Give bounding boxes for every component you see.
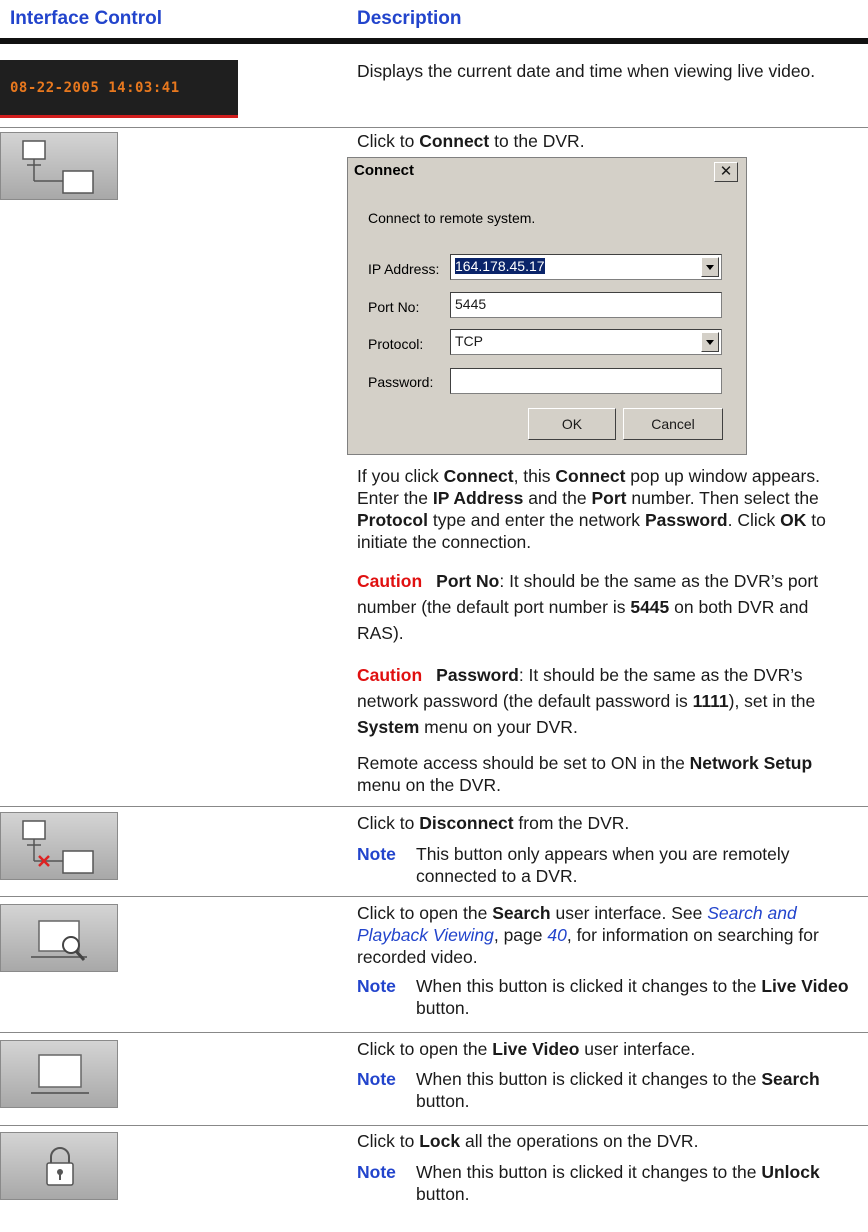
dialog-title: Connect [354, 162, 414, 179]
live-video-description: Click to open the Live Video user interf… [357, 1039, 696, 1059]
port-value: 5445 [455, 296, 487, 312]
dialog-message: Connect to remote system. [368, 210, 536, 226]
datetime-display: 08-22-2005 14:03:41 [0, 60, 238, 118]
search-button[interactable] [0, 904, 118, 972]
chevron-down-icon[interactable] [701, 257, 719, 277]
lock-description: Click to Lock all the operations on the … [357, 1131, 699, 1151]
datetime-description: Displays the current date and time when … [357, 61, 816, 81]
connect-button[interactable] [0, 132, 118, 200]
protocol-value: TCP [455, 333, 483, 349]
disconnect-description: Click to Disconnect from the DVR. [357, 813, 630, 833]
caution-password: Caution Password: It should be the same a… [357, 665, 816, 737]
column-header-description: Description [357, 8, 462, 29]
row-divider [0, 1125, 868, 1126]
disconnect-button[interactable] [0, 812, 118, 880]
port-field[interactable]: 5445 [450, 292, 722, 318]
table-header: Interface Control Description [0, 0, 868, 40]
datetime-value: 08-22-2005 14:03:41 [10, 80, 180, 96]
network-connect-icon [22, 140, 94, 194]
ip-address-label: IP Address: [368, 261, 440, 277]
protocol-select[interactable]: TCP [450, 329, 722, 355]
password-field[interactable] [450, 368, 722, 394]
search-monitor-icon [31, 920, 87, 961]
lock-icon [46, 1147, 74, 1186]
live-video-note: Note When this button is clicked it chan… [357, 1069, 820, 1111]
network-disconnect-icon [22, 820, 94, 874]
row-divider [0, 1032, 868, 1033]
chevron-down-icon[interactable] [701, 332, 719, 352]
connect-dialog: Connect ✕ Connect to remote system. IP A… [347, 157, 747, 455]
disconnect-note: Note This button only appears when you a… [357, 844, 790, 886]
dialog-titlebar: Connect ✕ [348, 158, 746, 184]
lock-note: Note When this button is clicked it chan… [357, 1162, 820, 1204]
search-note: Note When this button is clicked it chan… [357, 976, 849, 1018]
monitor-icon [31, 1054, 89, 1094]
column-header-control: Interface Control [10, 8, 163, 29]
connect-instructions: If you click Connect, this Connect pop u… [357, 466, 826, 552]
search-description: Click to open the Search user interface.… [357, 903, 819, 967]
cancel-button[interactable]: Cancel [623, 408, 723, 440]
protocol-label: Protocol: [368, 336, 424, 352]
row-divider [0, 127, 868, 128]
connect-intro: Click to Connect to the DVR. [357, 131, 585, 151]
lock-button[interactable] [0, 1132, 118, 1200]
caution-port: Caution Port No: It should be the same as… [357, 571, 819, 643]
ip-address-value: 164.178.45.17 [455, 258, 545, 274]
password-label: Password: [368, 374, 434, 390]
row-divider [0, 806, 868, 807]
live-video-button[interactable] [0, 1040, 118, 1108]
ok-button[interactable]: OK [528, 408, 616, 440]
ip-address-field[interactable]: 164.178.45.17 [450, 254, 722, 280]
close-icon[interactable]: ✕ [714, 162, 738, 182]
row-divider [0, 896, 868, 897]
header-rule [0, 38, 868, 44]
port-label: Port No: [368, 299, 420, 315]
remote-access-note: Remote access should be set to ON in the… [357, 753, 813, 795]
page-link[interactable]: 40 [547, 925, 566, 945]
